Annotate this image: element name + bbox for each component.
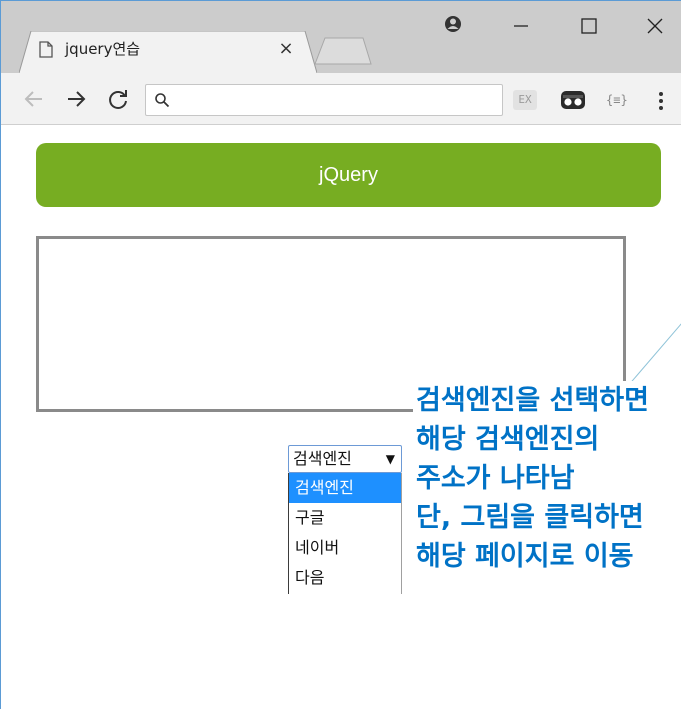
- profile-icon[interactable]: [433, 11, 473, 41]
- select-box[interactable]: 검색엔진 ▼: [288, 445, 402, 473]
- annotation-line: 해당 검색엔진의: [416, 424, 600, 455]
- forward-icon[interactable]: [63, 86, 89, 112]
- tab-close-icon[interactable]: ×: [277, 39, 295, 59]
- select-option[interactable]: 구글: [289, 503, 401, 533]
- reload-icon[interactable]: [105, 86, 131, 112]
- annotation-callout: 검색엔진을 선택하면 해당 검색엔진의 주소가 나타남 단, 그림을 클릭하면 …: [413, 381, 681, 601]
- select-options-list: 검색엔진 구글 네이버 다음: [288, 473, 402, 594]
- search-icon: [155, 93, 170, 108]
- dropdown-arrow-icon[interactable]: ▼: [386, 446, 395, 472]
- select-option[interactable]: 네이버: [289, 533, 401, 563]
- incognito-extension-icon[interactable]: [559, 87, 587, 113]
- close-window-icon[interactable]: [635, 11, 675, 41]
- back-icon[interactable]: [21, 86, 47, 112]
- browser-window: jquery연습 × EX {≡} jQuery 검색엔진 ▼ 검색엔진 구글 …: [0, 0, 681, 709]
- jquery-banner: jQuery: [36, 143, 661, 207]
- json-viewer-icon[interactable]: {≡}: [606, 89, 628, 115]
- extension-ex-icon[interactable]: EX: [513, 90, 537, 110]
- annotation-line: 단, 그림을 클릭하면: [416, 502, 644, 533]
- select-option[interactable]: 다음: [289, 563, 401, 593]
- address-bar[interactable]: [145, 84, 503, 116]
- page-icon: [39, 41, 53, 58]
- minimize-icon[interactable]: [501, 11, 541, 41]
- new-tab-button[interactable]: [313, 37, 373, 65]
- tab-title: jquery연습: [65, 40, 141, 58]
- tab-outline: [19, 31, 317, 73]
- annotation-line: 해당 페이지로 이동: [416, 541, 634, 572]
- select-option[interactable]: 검색엔진: [289, 473, 401, 503]
- annotation-line: 검색엔진을 선택하면: [416, 385, 649, 416]
- select-value: 검색엔진: [293, 449, 352, 468]
- annotation-line: 주소가 나타남: [416, 463, 575, 494]
- maximize-icon[interactable]: [569, 11, 609, 41]
- menu-icon[interactable]: [653, 88, 669, 114]
